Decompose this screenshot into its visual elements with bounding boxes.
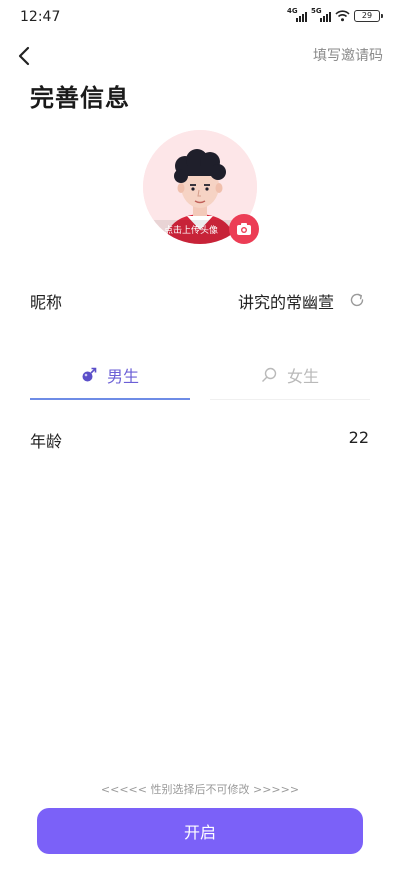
tab-male-label: 男生: [106, 367, 139, 386]
tab-female-label: 女生: [286, 367, 319, 386]
tab-female[interactable]: 女生: [210, 352, 370, 398]
chevron-left-icon: [18, 46, 30, 66]
status-time: 12:47: [20, 9, 61, 25]
status-bar: 12:47 4G 5G 29: [0, 0, 400, 34]
nickname-label: 昵称: [30, 293, 63, 312]
refresh-icon[interactable]: [348, 291, 366, 309]
cellular-signal-icon: 4G: [287, 7, 307, 22]
wifi-icon: [335, 10, 350, 22]
male-icon: [82, 367, 97, 382]
female-icon: [261, 367, 277, 382]
nickname-value[interactable]: 讲究的常幽萱: [238, 289, 334, 313]
age-value[interactable]: 22: [349, 428, 369, 447]
camera-icon: [237, 223, 251, 235]
back-button[interactable]: [10, 42, 38, 70]
start-button[interactable]: 开启: [37, 808, 363, 854]
network-type-label: 4G: [287, 7, 298, 15]
network-type-label: 5G: [311, 7, 322, 15]
status-icons: 4G 5G 29: [287, 7, 383, 22]
tab-inactive-divider: [210, 399, 370, 400]
tab-male[interactable]: 男生: [30, 352, 190, 398]
age-label: 年龄: [30, 432, 63, 451]
battery-icon: 29: [354, 10, 383, 22]
gender-tabs: 男生 女生: [30, 352, 370, 400]
invite-code-link[interactable]: 填写邀请码: [313, 45, 383, 65]
gender-lock-note: <<<<< 性别选择后不可修改 >>>>>: [100, 783, 300, 796]
page-title: 完善信息: [30, 84, 130, 112]
tab-active-indicator: [30, 398, 190, 400]
camera-button[interactable]: [229, 214, 259, 244]
cellular-signal-icon: 5G: [311, 7, 331, 22]
